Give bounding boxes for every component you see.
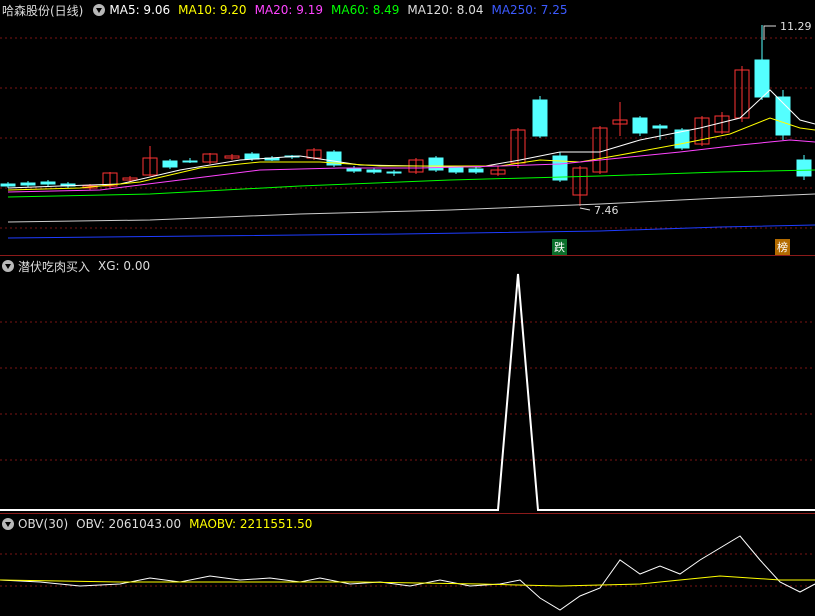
obv-line xyxy=(0,535,815,611)
ma5-label: MA5: 9.06 xyxy=(109,3,171,17)
down-tag[interactable]: 跌 xyxy=(552,239,567,255)
candle-body xyxy=(244,153,260,160)
low-price-label: 7.46 xyxy=(594,204,619,217)
stock-name: 哈森股份(日线) xyxy=(2,3,84,18)
xg-signal-chart[interactable] xyxy=(0,256,815,514)
main-chart-header: 哈森股份(日线) MA5: 9.06 MA10: 9.20 MA20: 9.19… xyxy=(0,0,576,20)
xg-line xyxy=(0,273,815,511)
ma60-label: MA60: 8.49 xyxy=(331,3,400,17)
ma250-label: MA250: 7.25 xyxy=(491,3,568,17)
candle-body xyxy=(468,168,484,173)
low-marker xyxy=(579,207,591,211)
indicator1-panel[interactable]: 潜伏吃肉买入 XG: 0.00 xyxy=(0,256,815,514)
indicator1-header: 潜伏吃肉买入 XG: 0.00 xyxy=(0,256,158,276)
candle-body xyxy=(552,155,568,181)
candle-body xyxy=(162,160,178,168)
ma10-label: MA10: 9.20 xyxy=(178,3,247,17)
candle-body xyxy=(632,117,648,134)
indicator1-name: 潜伏吃肉买入 xyxy=(18,259,91,274)
indicator2-header: OBV(30) OBV: 2061043.00 MAOBV: 2211551.5… xyxy=(0,514,320,534)
obv-value: OBV: 2061043.00 xyxy=(76,517,182,531)
maobv-line xyxy=(0,575,815,587)
candle-body xyxy=(40,181,56,185)
candle-body xyxy=(20,182,36,186)
ma20-label: MA20: 9.19 xyxy=(254,3,323,17)
xg-value: XG: 0.00 xyxy=(98,259,151,273)
collapse-toggle-icon[interactable] xyxy=(93,4,106,16)
candle-body xyxy=(754,59,770,98)
candle-body xyxy=(182,160,198,163)
candle-body xyxy=(532,99,548,137)
ma120-label: MA120: 8.04 xyxy=(407,3,484,17)
ma250-line xyxy=(7,224,815,239)
collapse-toggle-icon[interactable] xyxy=(2,260,14,272)
candle-body xyxy=(448,167,464,173)
high-price-label: 11.29 xyxy=(780,20,812,33)
ma120-line xyxy=(7,193,815,223)
maobv-value: MAOBV: 2211551.50 xyxy=(189,517,313,531)
indicator2-panel[interactable]: OBV(30) OBV: 2061043.00 MAOBV: 2211551.5… xyxy=(0,514,815,616)
candle-body xyxy=(366,169,382,173)
candle-body xyxy=(652,125,668,129)
candlestick-chart[interactable] xyxy=(0,0,815,256)
rank-tag[interactable]: 榜 xyxy=(775,239,790,255)
main-chart-panel[interactable]: 哈森股份(日线) MA5: 9.06 MA10: 9.20 MA20: 9.19… xyxy=(0,0,815,256)
candle-body xyxy=(796,159,812,177)
candle-body xyxy=(0,183,16,187)
collapse-toggle-icon[interactable] xyxy=(2,518,14,530)
indicator2-name: OBV(30) xyxy=(18,517,69,531)
candle-body xyxy=(386,171,402,174)
